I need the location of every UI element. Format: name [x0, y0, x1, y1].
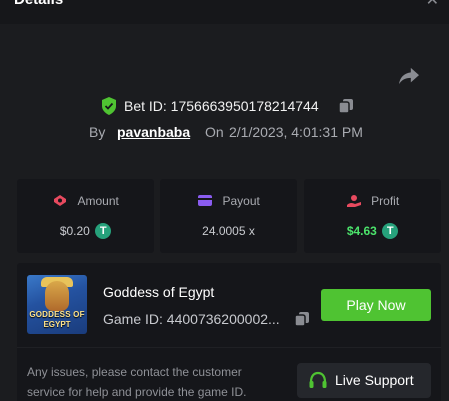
payout-card: Payout 24.0005 x — [160, 179, 297, 253]
bet-id: Bet ID: 1756663950178214744 — [124, 98, 319, 114]
live-support-button[interactable]: Live Support — [297, 363, 431, 398]
copy-icon[interactable] — [338, 98, 354, 114]
share-icon[interactable] — [398, 66, 420, 86]
user-link[interactable]: pavanbaba — [117, 124, 190, 140]
amount-label: Amount — [77, 193, 119, 208]
amount-card: Amount $0.20 T — [17, 179, 154, 253]
tether-icon: T — [95, 223, 112, 239]
amount-value: $0.20 — [59, 224, 90, 238]
bet-id-row: Bet ID: 1756663950178214744 — [0, 95, 449, 117]
help-text: Any issues, please contact the customer … — [27, 365, 247, 399]
bet-date: 2/1/2023, 4:01:31 PM — [229, 124, 363, 140]
profit-value: $4.63 — [346, 224, 377, 238]
game-card: GODDESS OF EGYPT Goddess of Egypt Game I… — [17, 263, 441, 401]
profit-card: Profit $4.63 T — [304, 179, 441, 253]
tether-icon: T — [382, 223, 399, 239]
payout-label: Payout — [222, 193, 260, 208]
thumbnail-title-line1: GODDESS OF — [29, 310, 85, 319]
bet-meta-row: By pavanbaba On 2/1/2023, 4:01:31 PM — [0, 122, 449, 142]
headset-icon — [309, 371, 327, 388]
game-thumbnail[interactable]: GODDESS OF EGYPT — [27, 275, 87, 334]
modal-title: Details — [14, 0, 63, 8]
profit-icon — [346, 194, 361, 207]
game-name: Goddess of Egypt — [103, 284, 215, 300]
by-label: By — [89, 124, 106, 140]
play-now-button[interactable]: Play Now — [321, 289, 431, 321]
copy-icon[interactable] — [294, 311, 310, 327]
divider — [17, 347, 441, 348]
close-icon[interactable]: ✕ — [426, 0, 439, 10]
on-label: On — [205, 124, 224, 140]
payout-value: 24.0005 x — [202, 223, 255, 238]
amount-icon — [54, 194, 67, 206]
modal-header: Details ✕ — [0, 0, 449, 24]
verified-shield-icon — [102, 97, 116, 115]
live-support-label: Live Support — [335, 372, 414, 388]
payout-card-icon — [198, 195, 213, 207]
game-id: Game ID: 4400736200002... — [103, 311, 280, 327]
profit-label: Profit — [371, 193, 400, 208]
thumbnail-title-line2: EGYPT — [43, 320, 71, 329]
